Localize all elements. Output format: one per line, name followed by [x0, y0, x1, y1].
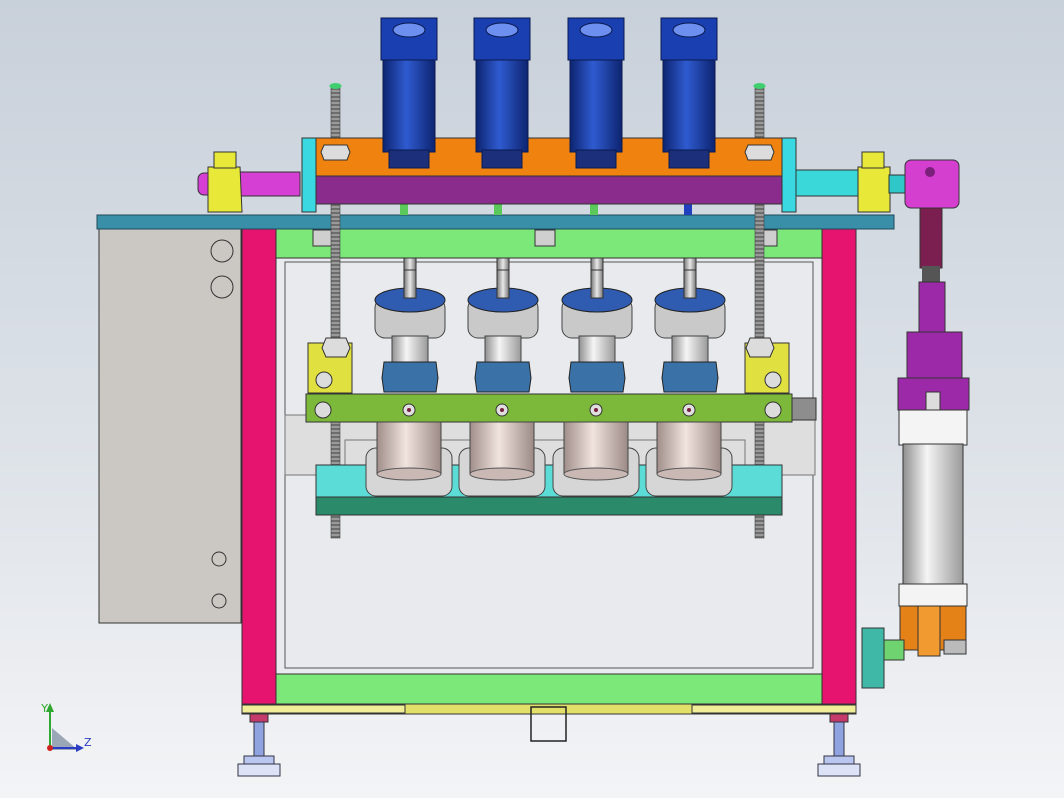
z-axis-label: Z: [84, 736, 92, 749]
pneumatic-linkage: [897, 207, 970, 411]
lower-spool: [552, 421, 640, 497]
clamp-screw: [495, 403, 509, 417]
clamp-screw: [589, 403, 603, 417]
cad-viewport[interactable]: Y Z: [0, 0, 1064, 798]
y-axis-label: Y: [40, 702, 48, 715]
clamp-screw: [402, 403, 416, 417]
lower-spool: [645, 421, 733, 497]
bottom-rail: [241, 673, 857, 742]
clamp-screw: [682, 403, 696, 417]
pneumatic-cylinder: [861, 409, 968, 689]
guide-pins: [400, 203, 692, 215]
clamp-bar: [305, 393, 817, 423]
lower-spool: [458, 421, 546, 497]
lower-spool: [365, 421, 453, 497]
top-rail: [275, 227, 823, 259]
motor-carriage: [301, 137, 797, 213]
side-panel: [98, 227, 242, 624]
servo-motor: [380, 17, 438, 169]
left-shaft-bearing: [197, 151, 301, 213]
right-shaft-bearing: [795, 151, 960, 213]
leveling-feet: [237, 713, 861, 777]
servo-motor: [567, 17, 625, 169]
axis-triad: Y Z: [40, 702, 92, 752]
assembly-drawing: Y Z: [40, 17, 970, 777]
servo-motor: [473, 17, 531, 169]
top-plate: [96, 214, 895, 230]
servo-motor: [660, 17, 718, 169]
